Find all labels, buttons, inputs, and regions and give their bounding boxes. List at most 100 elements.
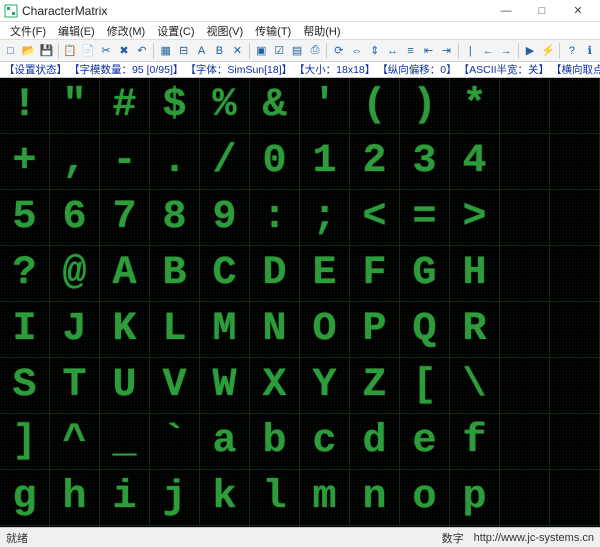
grid-cell[interactable]: ] [0,414,50,470]
grid-cell[interactable]: " [50,78,100,134]
grid-cell[interactable] [550,414,600,470]
grid-cell[interactable]: 3 [400,134,450,190]
grid-cell[interactable]: f [450,414,500,470]
grid-cell[interactable]: ` [150,414,200,470]
grid-cell[interactable]: , [50,134,100,190]
maximize-button[interactable]: □ [524,0,560,22]
menu-item-1[interactable]: 编辑(E) [52,23,101,39]
grid-cell[interactable]: 0 [250,134,300,190]
grid-cell[interactable] [500,190,550,246]
paste-icon[interactable]: 📄 [80,42,97,60]
grid-cell[interactable]: & [250,78,300,134]
grid-icon[interactable]: ▦ [157,42,174,60]
grid-cell[interactable]: 2 [350,134,400,190]
grid-cell[interactable]: [ [400,358,450,414]
grid-cell[interactable]: Z [350,358,400,414]
grid-cell[interactable]: h [50,470,100,526]
grid-cell[interactable]: p [450,470,500,526]
grid-cell[interactable]: E [300,246,350,302]
grid-cell[interactable] [550,302,600,358]
grid-cell[interactable]: M [200,302,250,358]
grid-cell[interactable] [500,134,550,190]
delete-icon[interactable]: ✖ [115,42,132,60]
grid-cell[interactable]: b [250,414,300,470]
grid-cell[interactable]: N [250,302,300,358]
grid-cell[interactable]: d [350,414,400,470]
grid-cell[interactable]: Q [400,302,450,358]
grid-cell[interactable] [550,134,600,190]
grid-cell[interactable]: % [200,78,250,134]
undo-icon[interactable]: ↶ [133,42,150,60]
grid-cell[interactable] [550,78,600,134]
grid-cell[interactable]: + [0,134,50,190]
grid-cell[interactable]: < [350,190,400,246]
grid-cell[interactable]: X [250,358,300,414]
grid-cell[interactable]: L [150,302,200,358]
grid-cell[interactable]: G [400,246,450,302]
image-icon[interactable]: ▤ [289,42,306,60]
grid-cell[interactable]: : [250,190,300,246]
open-icon[interactable]: 📂 [20,42,37,60]
flip-h-icon[interactable]: ⇔ [348,42,365,60]
grid-cell[interactable]: m [300,470,350,526]
grid-cell[interactable] [550,358,600,414]
checkbox-icon[interactable]: ☑ [271,42,288,60]
menu-item-4[interactable]: 视图(V) [201,23,250,39]
grid-cell[interactable]: * [450,78,500,134]
bold-icon[interactable]: B [211,42,228,60]
grid-cell[interactable]: A [100,246,150,302]
grid-cell[interactable]: 1 [300,134,350,190]
grid-cell[interactable]: 7 [100,190,150,246]
grid-cell[interactable]: # [100,78,150,134]
grid-cell[interactable] [550,246,600,302]
grid-cell[interactable]: 6 [50,190,100,246]
grid-cell[interactable]: 9 [200,190,250,246]
about-icon[interactable]: ℹ [581,42,598,60]
close-button[interactable]: ✕ [560,0,596,22]
grid-cell[interactable]: c [300,414,350,470]
tool-wrench-icon[interactable]: ✕ [229,42,246,60]
new-icon[interactable]: □ [2,42,19,60]
grid-cell[interactable] [500,470,550,526]
copy-icon[interactable]: 📋 [62,42,79,60]
save-icon[interactable]: 💾 [38,42,55,60]
grid-cell[interactable]: H [450,246,500,302]
grid-cell[interactable]: 8 [150,190,200,246]
export-icon[interactable]: ⎙ [307,42,324,60]
grid-cell[interactable]: F [350,246,400,302]
minimize-button[interactable]: — [488,0,524,22]
rotate-icon[interactable]: ⟳ [330,42,347,60]
grid-cell[interactable]: ? [0,246,50,302]
grid-cell[interactable]: P [350,302,400,358]
grid-cell[interactable]: i [100,470,150,526]
offset-icon[interactable]: ↔ [384,42,401,60]
grid-cell[interactable] [500,302,550,358]
grid-cell[interactable]: S [0,358,50,414]
grid-cell[interactable]: ' [300,78,350,134]
grid-cell[interactable]: / [200,134,250,190]
menu-item-2[interactable]: 修改(M) [101,23,152,39]
grid-cell[interactable]: C [200,246,250,302]
grid-cell[interactable]: D [250,246,300,302]
grid-cell[interactable]: T [50,358,100,414]
menu-item-0[interactable]: 文件(F) [4,23,52,39]
grid-cell[interactable] [550,190,600,246]
grid-cell[interactable]: 4 [450,134,500,190]
cut-icon[interactable]: ✂ [98,42,115,60]
grid-cell[interactable]: > [450,190,500,246]
zoom-out-icon[interactable]: ⊟ [175,42,192,60]
grid-cell[interactable]: Y [300,358,350,414]
grid-cell[interactable]: j [150,470,200,526]
help-icon[interactable]: ? [563,42,580,60]
grid-cell[interactable]: 5 [0,190,50,246]
grid-cell[interactable]: ^ [50,414,100,470]
shift-left-icon[interactable]: ⇤ [420,42,437,60]
grid-cell[interactable]: l [250,470,300,526]
grid-cell[interactable]: U [100,358,150,414]
grid-cell[interactable]: R [450,302,500,358]
grid-cell[interactable] [500,78,550,134]
grid-cell[interactable]: \ [450,358,500,414]
flash-icon[interactable]: ⚡ [539,42,556,60]
flip-v-icon[interactable]: ⇕ [366,42,383,60]
grid-cell[interactable]: k [200,470,250,526]
